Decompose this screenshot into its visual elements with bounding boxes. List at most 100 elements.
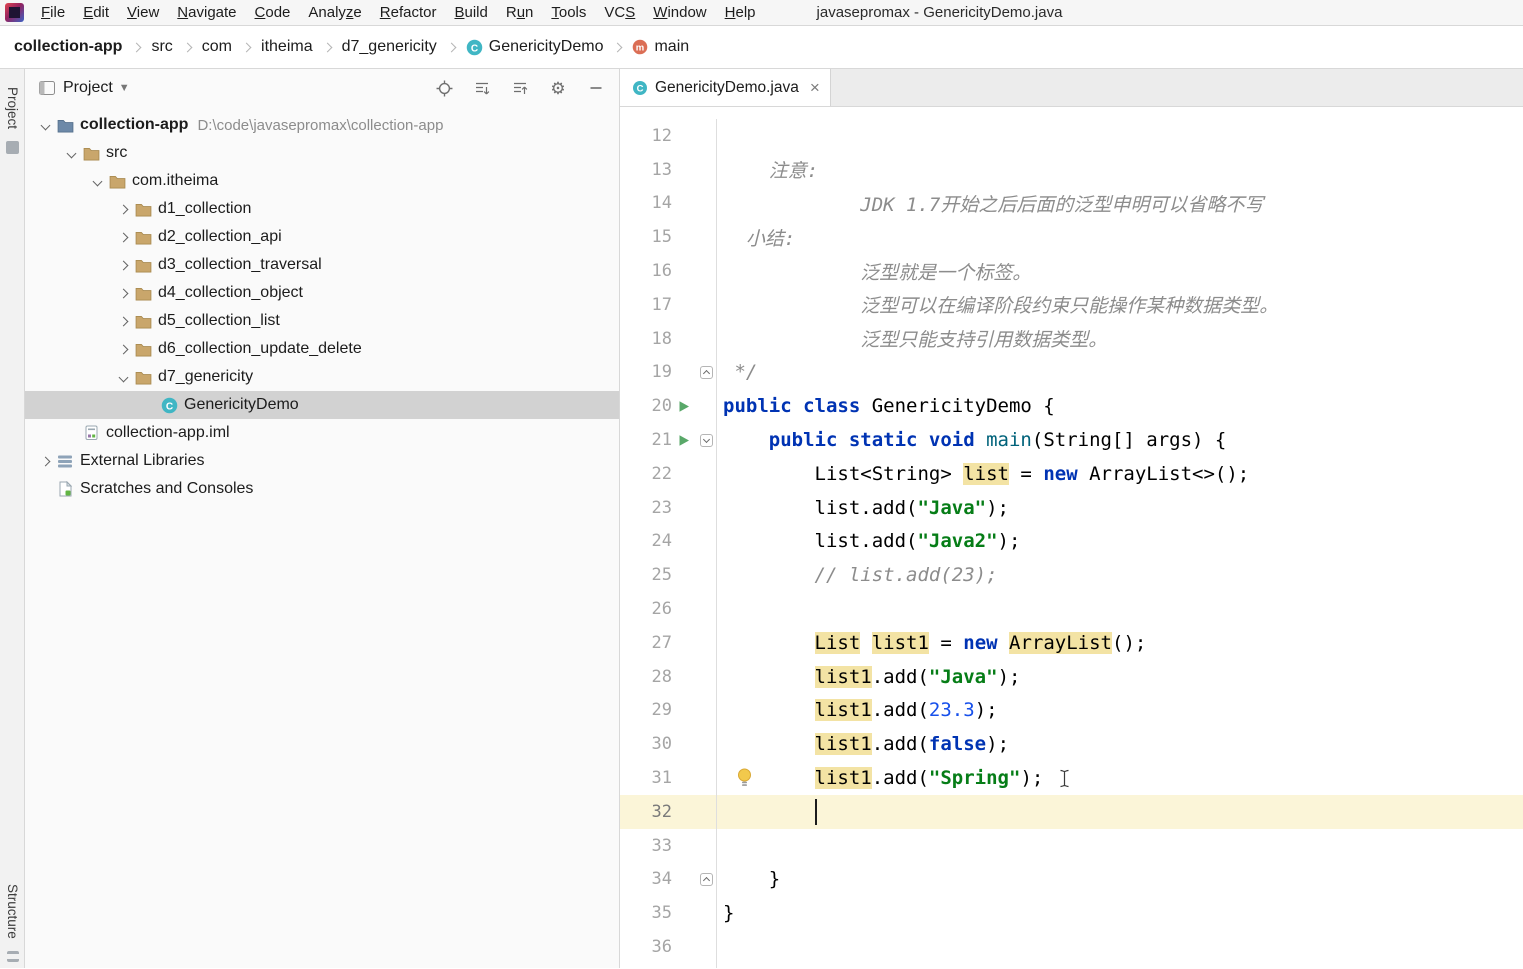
code-line-28[interactable]: 28 list1 .add("Java");: [620, 659, 1523, 694]
gutter[interactable]: 36: [620, 930, 717, 964]
code-line-20[interactable]: 20 public class GenericityDemo {: [620, 389, 1523, 424]
code-text[interactable]: [717, 119, 1523, 153]
gutter[interactable]: 16: [620, 254, 717, 288]
fold-toggle-icon[interactable]: [699, 433, 713, 447]
tree-row-d4_collection_object[interactable]: d4_collection_object: [25, 279, 619, 307]
line-number[interactable]: 18: [626, 329, 672, 349]
line-number[interactable]: 30: [626, 734, 672, 754]
code-text[interactable]: 泛型就是一个标签。: [717, 254, 1523, 288]
tree-row-external libraries[interactable]: External Libraries: [25, 447, 619, 475]
chevron-down-icon[interactable]: [92, 176, 102, 186]
tree-row-d7_genericity[interactable]: d7_genericity: [25, 363, 619, 391]
line-number[interactable]: 20: [626, 396, 672, 416]
menu-edit[interactable]: Edit: [74, 4, 118, 21]
code-line-21[interactable]: 21 public static void main (String[] args…: [620, 423, 1523, 457]
tree-row-d2_collection_api[interactable]: d2_collection_api: [25, 223, 619, 251]
breadcrumb-item-main[interactable]: m main: [632, 38, 689, 56]
menu-refactor[interactable]: Refactor: [371, 4, 446, 21]
chevron-right-icon[interactable]: [118, 344, 128, 354]
fold-toggle-icon[interactable]: [699, 872, 713, 886]
gutter[interactable]: 15: [620, 220, 717, 255]
line-number[interactable]: 17: [626, 295, 672, 315]
collapse-all-icon[interactable]: [511, 79, 529, 97]
code-text[interactable]: list.add("Java");: [717, 491, 1523, 525]
menu-code[interactable]: Code: [246, 4, 300, 21]
code-line-26[interactable]: 26: [620, 592, 1523, 626]
chevron-right-icon[interactable]: [118, 316, 128, 326]
tree-row-d5_collection_list[interactable]: d5_collection_list: [25, 307, 619, 335]
line-number[interactable]: 36: [626, 937, 672, 957]
fold-toggle-icon[interactable]: [699, 365, 713, 379]
line-number[interactable]: 12: [626, 126, 672, 146]
menu-file[interactable]: File: [32, 4, 74, 21]
line-number[interactable]: 14: [626, 193, 672, 213]
tree-row-src[interactable]: src: [25, 139, 619, 167]
gutter[interactable]: 17: [620, 287, 717, 322]
chevron-down-icon[interactable]: ▼: [119, 82, 130, 94]
gutter[interactable]: 22: [620, 456, 717, 491]
line-number[interactable]: 13: [626, 160, 672, 180]
code-line-35[interactable]: 35}: [620, 896, 1523, 931]
favorites-icon[interactable]: [6, 951, 19, 962]
breadcrumb-item-collection-app[interactable]: collection-app: [14, 38, 122, 56]
line-number[interactable]: 22: [626, 464, 672, 484]
menu-help[interactable]: Help: [716, 4, 765, 21]
code-line-30[interactable]: 30 list1 .add(false);: [620, 727, 1523, 762]
tree-row-collection-app.iml[interactable]: collection-app.iml: [25, 419, 619, 447]
code-line-16[interactable]: 16 泛型就是一个标签。: [620, 254, 1523, 288]
gutter[interactable]: 14: [620, 186, 717, 221]
code-text[interactable]: }: [717, 863, 1523, 897]
gutter[interactable]: 13: [620, 152, 717, 187]
code-line-24[interactable]: 24 list.add("Java2");: [620, 524, 1523, 559]
line-number[interactable]: 26: [626, 599, 672, 619]
code-text[interactable]: List<String> list = new ArrayList<>();: [717, 457, 1523, 491]
menu-run[interactable]: Run: [497, 4, 543, 21]
code-text[interactable]: 小结:: [717, 220, 1523, 254]
code-line-31[interactable]: 31 list1 .add("Spring");: [620, 761, 1523, 795]
chevron-right-icon[interactable]: [40, 456, 50, 466]
gutter[interactable]: 33: [620, 828, 717, 863]
code-line-33[interactable]: 33: [620, 828, 1523, 863]
gutter[interactable]: 31: [620, 761, 717, 795]
gutter[interactable]: 35: [620, 896, 717, 931]
code-line-23[interactable]: 23 list.add("Java");: [620, 490, 1523, 525]
gutter[interactable]: 34: [620, 862, 717, 897]
settings-gear-icon[interactable]: ⚙: [549, 79, 567, 97]
code-line-25[interactable]: 25 // list.add(23);: [620, 558, 1523, 593]
line-number[interactable]: 32: [626, 802, 672, 822]
commit-tool-icon[interactable]: [6, 141, 19, 155]
code-text[interactable]: 泛型只能支持引用数据类型。: [717, 322, 1523, 356]
code-text[interactable]: list1 .add(23.3);: [717, 694, 1523, 728]
gutter[interactable]: 26: [620, 592, 717, 626]
tool-window-structure-button[interactable]: Structure: [5, 884, 20, 939]
code-text[interactable]: public static void main (String[] args) {: [717, 423, 1523, 457]
line-number[interactable]: 31: [626, 768, 672, 788]
code-line-27[interactable]: 27 List list1 = new ArrayList ();: [620, 625, 1523, 660]
code-text[interactable]: List list1 = new ArrayList ();: [717, 626, 1523, 660]
gutter[interactable]: 18: [620, 321, 717, 356]
code-text[interactable]: }: [717, 896, 1523, 930]
gutter[interactable]: 19: [620, 355, 717, 390]
code-text[interactable]: list1 .add(false);: [717, 727, 1523, 761]
code-line-34[interactable]: 34 }: [620, 862, 1523, 897]
code-text[interactable]: list1 .add("Java");: [717, 660, 1523, 694]
code-text[interactable]: [717, 795, 1523, 829]
code-text[interactable]: list.add("Java2");: [717, 525, 1523, 559]
tree-row-d3_collection_traversal[interactable]: d3_collection_traversal: [25, 251, 619, 279]
line-number[interactable]: 16: [626, 261, 672, 281]
hide-panel-icon[interactable]: [587, 79, 605, 97]
chevron-down-icon[interactable]: [40, 120, 50, 130]
line-number[interactable]: 27: [626, 633, 672, 653]
line-number[interactable]: 25: [626, 565, 672, 585]
code-line-22[interactable]: 22 List<String> list = new ArrayList<>()…: [620, 456, 1523, 491]
tree-row-collection-app[interactable]: collection-app D:\code\javasepromax\colle…: [25, 111, 619, 139]
tree-row-d6_collection_update_delete[interactable]: d6_collection_update_delete: [25, 335, 619, 363]
tool-window-project-button[interactable]: Project: [5, 87, 20, 129]
menu-navigate[interactable]: Navigate: [168, 4, 245, 21]
tree-row-d1_collection[interactable]: d1_collection: [25, 195, 619, 223]
code-line-32[interactable]: 32: [620, 794, 1523, 829]
editor-tab-genericitydemo[interactable]: C GenericityDemo.java ×: [620, 69, 831, 106]
chevron-down-icon[interactable]: [66, 148, 76, 158]
code-line-15[interactable]: 15 小结:: [620, 220, 1523, 255]
code-text[interactable]: */: [717, 356, 1523, 390]
